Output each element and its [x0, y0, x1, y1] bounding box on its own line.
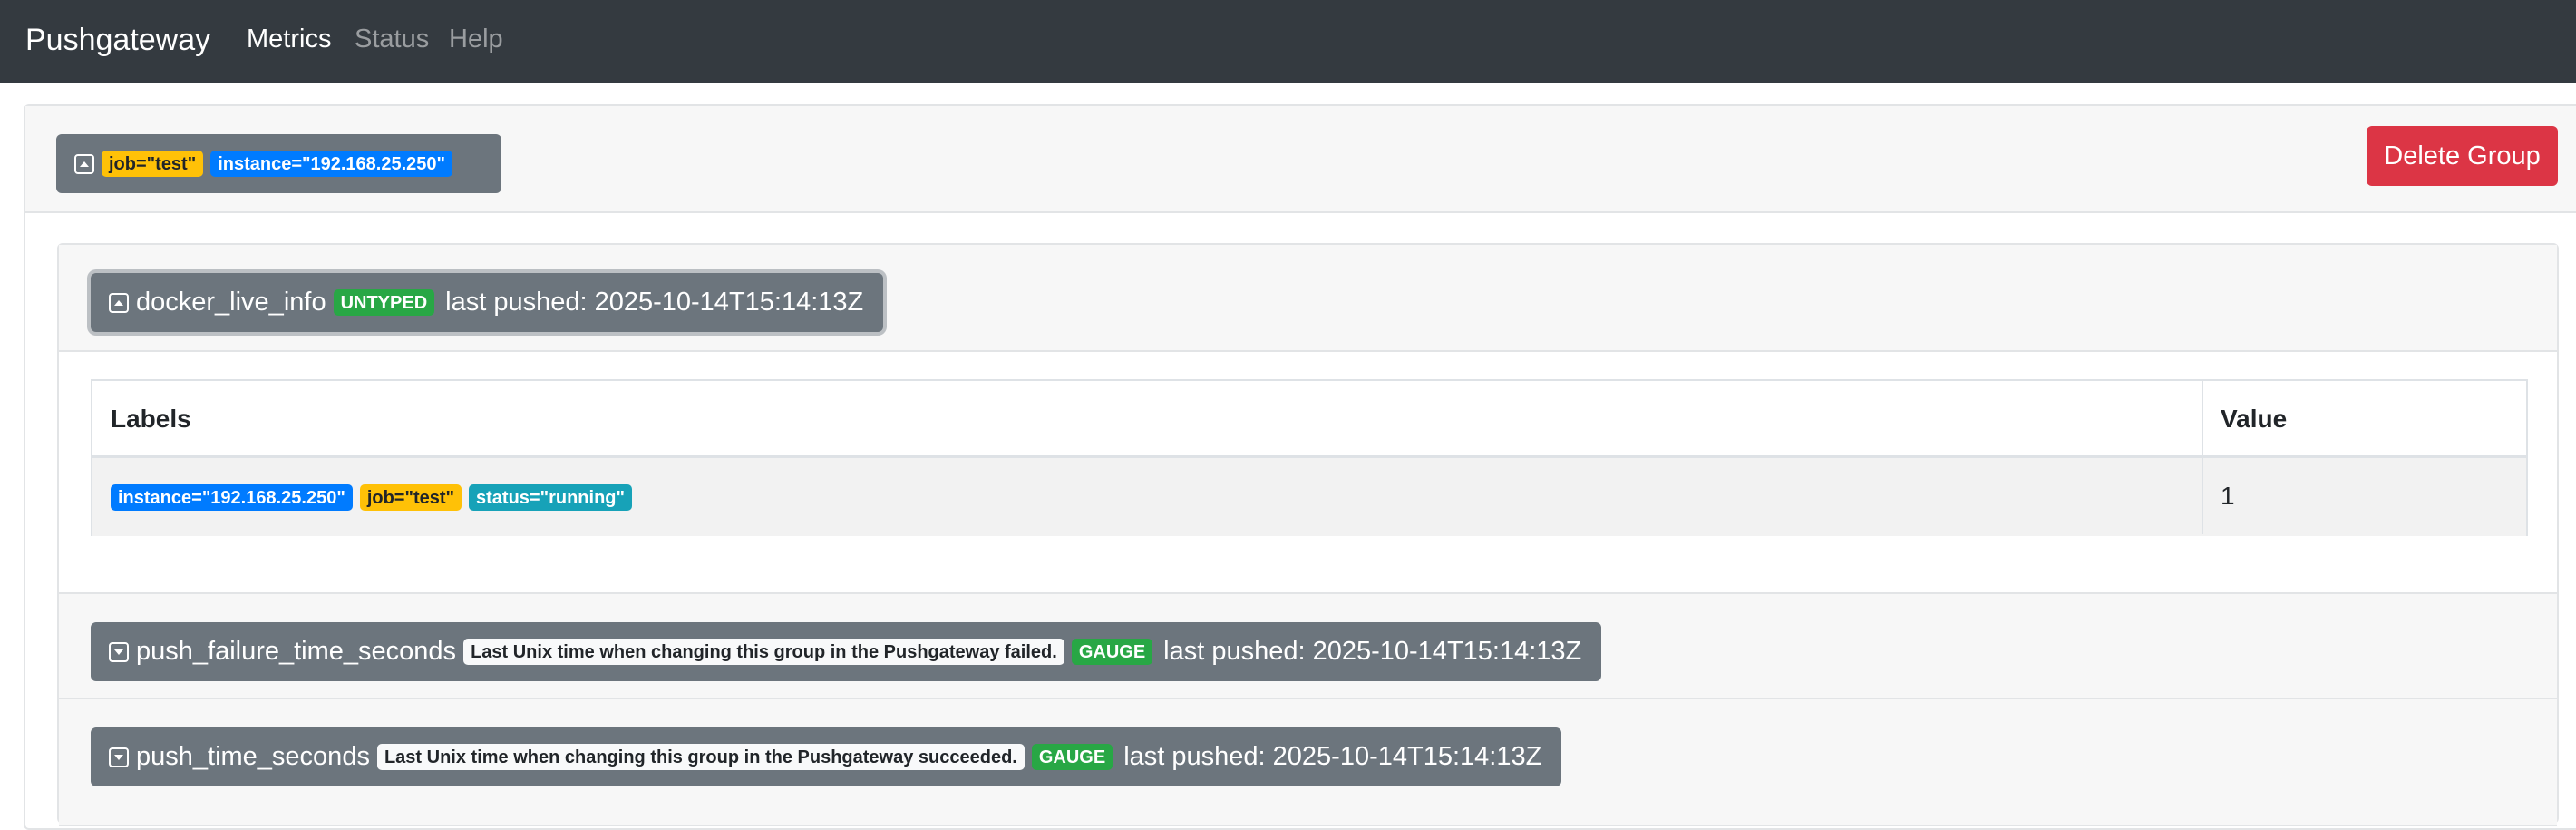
- metric-toggle-push-time-seconds[interactable]: push_time_seconds Last Unix time when ch…: [91, 727, 1562, 786]
- caret-up-square-icon: [74, 153, 94, 174]
- metric-header-push-failure-time-seconds: push_failure_time_seconds Last Unix time…: [59, 592, 2557, 699]
- metric-name: push_failure_time_seconds: [136, 637, 457, 666]
- delete-group-button[interactable]: Delete Group: [2367, 126, 2558, 186]
- nav-link-help[interactable]: Help: [449, 23, 503, 55]
- metric-toggle-push-failure-time-seconds[interactable]: push_failure_time_seconds Last Unix time…: [91, 622, 1602, 681]
- label-instance: instance="192.168.25.250": [111, 484, 353, 511]
- nav-link-metrics[interactable]: Metrics: [247, 23, 331, 55]
- metric-type-badge: UNTYPED: [333, 289, 435, 316]
- nav-link-status[interactable]: Status: [355, 23, 429, 55]
- group-label-instance: instance="192.168.25.250": [210, 151, 453, 177]
- metric-toggle-docker-live-info[interactable]: docker_live_info UNTYPED last pushed: 20…: [91, 273, 884, 332]
- table-row: instance="192.168.25.250" job="test" sta…: [92, 458, 2526, 536]
- metric-type-badge: GAUGE: [1071, 639, 1153, 665]
- group-header: job="test" instance="192.168.25.250" Del…: [25, 106, 2576, 213]
- navbar: Pushgateway Metrics Status Help: [0, 0, 2576, 83]
- metric-type-badge: GAUGE: [1031, 744, 1113, 770]
- last-pushed-text: last pushed: 2025-10-14T15:14:13Z: [1123, 742, 1542, 771]
- group-toggle-button[interactable]: job="test" instance="192.168.25.250": [56, 134, 501, 193]
- value-cell: 1: [2221, 482, 2235, 510]
- metric-help-badge: Last Unix time when changing this group …: [376, 744, 1025, 770]
- caret-up-square-icon: [109, 292, 129, 313]
- metric-table: Labels Value instance="192.168.25.250" j…: [91, 379, 2528, 536]
- caret-down-square-icon: [109, 747, 129, 767]
- metrics-card: docker_live_info UNTYPED last pushed: 20…: [57, 243, 2559, 826]
- label-job: job="test": [359, 484, 462, 511]
- group-label-job: job="test": [102, 151, 204, 177]
- column-header-value: Value: [2221, 405, 2288, 433]
- metric-name: docker_live_info: [136, 288, 326, 317]
- caret-down-square-icon: [109, 641, 129, 662]
- metric-header-push-time-seconds: push_time_seconds Last Unix time when ch…: [59, 699, 2557, 826]
- label-status: status="running": [469, 484, 632, 511]
- last-pushed-text: last pushed: 2025-10-14T15:14:13Z: [445, 288, 864, 317]
- column-divider: [2202, 381, 2203, 534]
- metric-help-badge: Last Unix time when changing this group …: [463, 639, 1064, 665]
- column-header-labels: Labels: [111, 405, 191, 433]
- metric-header-docker-live-info: docker_live_info UNTYPED last pushed: 20…: [59, 245, 2557, 352]
- labels-cell: instance="192.168.25.250" job="test" sta…: [111, 484, 632, 511]
- last-pushed-text: last pushed: 2025-10-14T15:14:13Z: [1163, 637, 1582, 666]
- brand-logo[interactable]: Pushgateway: [25, 21, 210, 59]
- table-header-row: Labels Value: [92, 381, 2526, 458]
- group-card: job="test" instance="192.168.25.250" Del…: [24, 104, 2576, 830]
- metric-name: push_time_seconds: [136, 742, 370, 771]
